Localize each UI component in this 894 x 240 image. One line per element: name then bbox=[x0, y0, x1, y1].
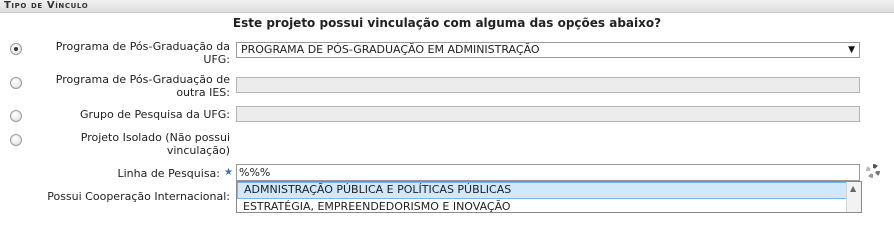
label-pos-graduacao-ufg: Programa de Pós-Graduação da UFG: bbox=[20, 40, 230, 66]
linha-pesquisa-input[interactable]: %%% bbox=[236, 164, 860, 181]
loading-spinner-icon bbox=[866, 164, 880, 178]
suggestions-scrollbar[interactable]: ▲ bbox=[846, 182, 861, 212]
label-pos-graduacao-outra-ies-line2: outra IES: bbox=[176, 86, 230, 99]
vinculo-question: Este projeto possui vinculação com algum… bbox=[232, 16, 662, 30]
required-star-icon: ★ bbox=[224, 167, 233, 178]
label-linha-pesquisa: Linha de Pesquisa: bbox=[117, 167, 220, 180]
vinculo-form: Tipo de Vínculo Este projeto possui vinc… bbox=[0, 0, 894, 213]
label-grupo-pesquisa: Grupo de Pesquisa da UFG: bbox=[20, 108, 230, 121]
linha-pesquisa-suggestions: ADMNISTRAÇÃO PÚBLICA E POLÍTICAS PÚBLICA… bbox=[236, 181, 862, 213]
label-pos-graduacao-outra-ies-line1: Programa de Pós-Graduação de bbox=[55, 73, 230, 86]
programa-select[interactable]: PROGRAMA DE PÓS-GRADUAÇÃO EM ADMINISTRAÇ… bbox=[236, 42, 860, 58]
outra-ies-field bbox=[236, 77, 860, 93]
section-title: Tipo de Vínculo bbox=[4, 0, 89, 11]
label-pos-graduacao-outra-ies: Programa de Pós-Graduação de outra IES: bbox=[20, 73, 230, 99]
scroll-up-icon[interactable]: ▲ bbox=[850, 184, 856, 193]
section-header: Tipo de Vínculo bbox=[0, 0, 894, 13]
label-projeto-isolado: Projeto Isolado (Não possui vinculação) bbox=[20, 131, 230, 157]
chevron-down-icon[interactable]: ▼ bbox=[848, 43, 855, 57]
grupo-pesquisa-field bbox=[236, 106, 860, 122]
label-pos-graduacao-ufg-line2: UFG: bbox=[203, 53, 230, 66]
label-cooperacao-internacional: Possui Cooperação Internacional: bbox=[47, 190, 230, 203]
label-projeto-isolado-line1: Projeto Isolado (Não possui bbox=[80, 131, 230, 144]
label-pos-graduacao-ufg-line1: Programa de Pós-Graduação da bbox=[55, 40, 230, 53]
label-projeto-isolado-line2: vinculação) bbox=[166, 144, 230, 157]
suggestion-item[interactable]: ESTRATÉGIA, EMPREENDEDORISMO E INOVAÇÃO bbox=[237, 199, 861, 212]
suggestion-item[interactable]: ADMNISTRAÇÃO PÚBLICA E POLÍTICAS PÚBLICA… bbox=[237, 182, 861, 199]
label-grupo-pesquisa-line1: Grupo de Pesquisa da UFG: bbox=[79, 108, 230, 121]
programa-select-value: PROGRAMA DE PÓS-GRADUAÇÃO EM ADMINISTRAÇ… bbox=[241, 43, 540, 56]
